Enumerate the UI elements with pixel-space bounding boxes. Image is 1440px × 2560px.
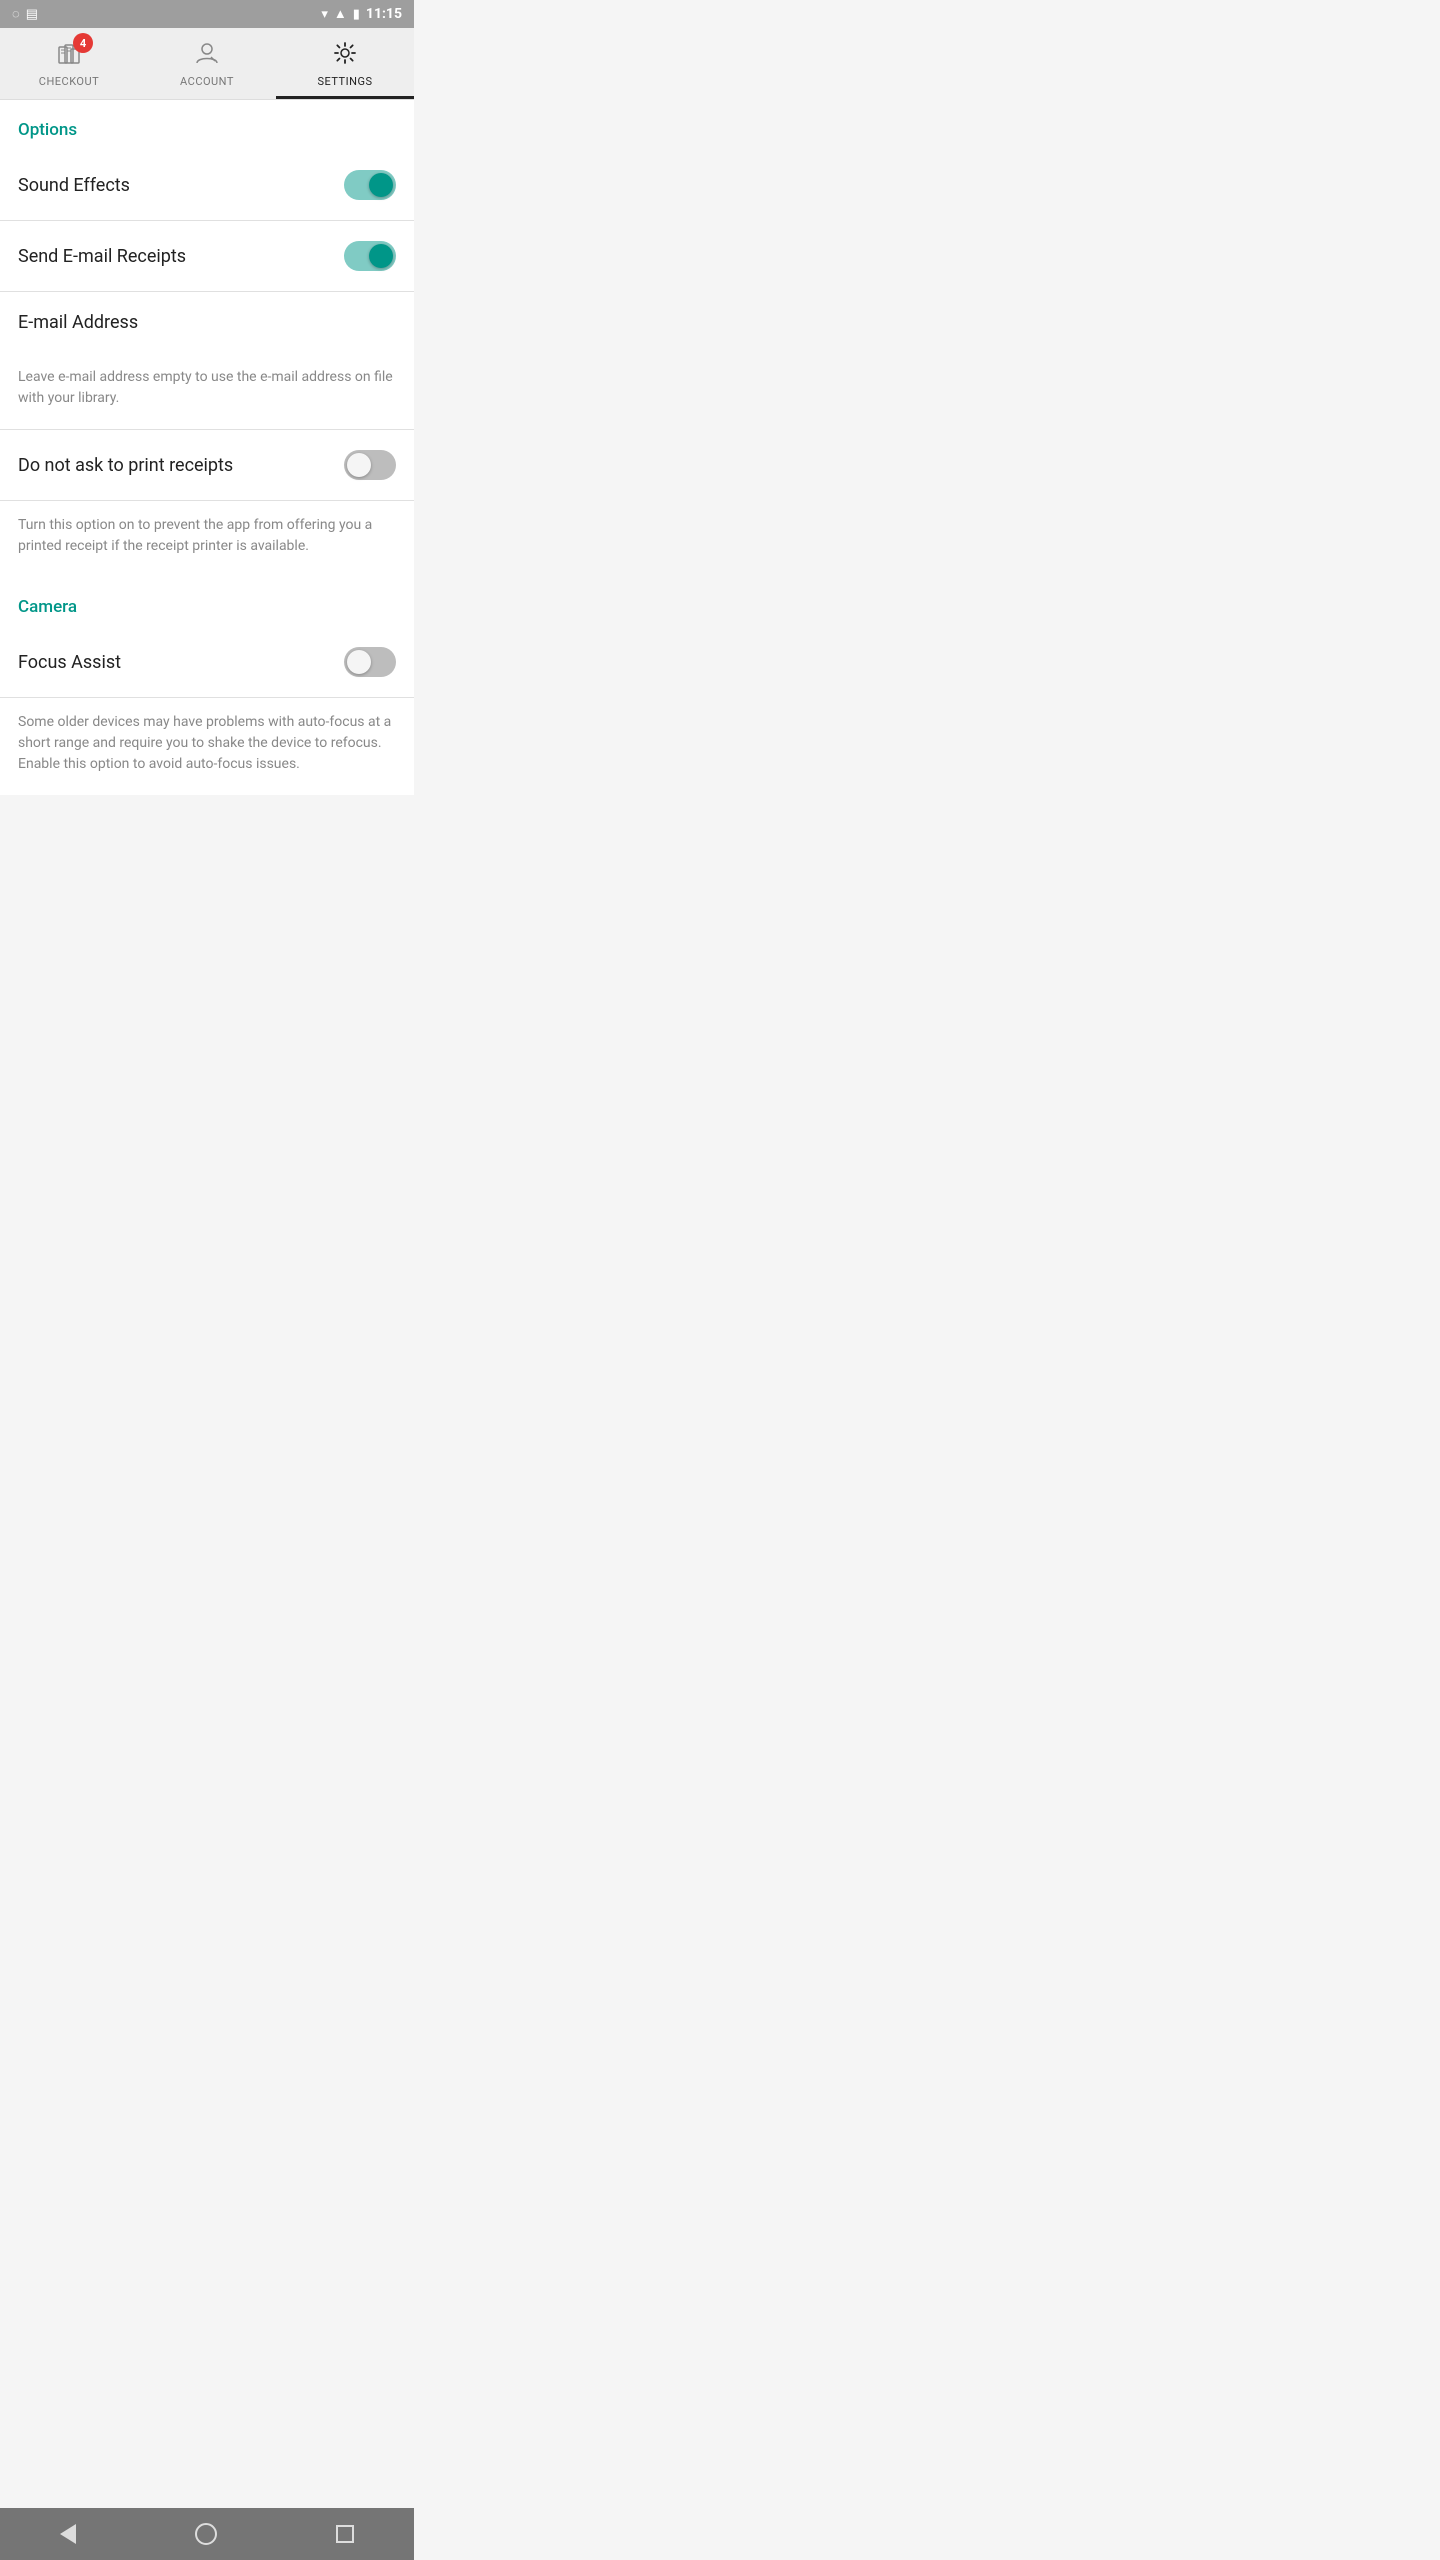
focus-assist-row: Focus Assist — [0, 627, 414, 698]
tab-checkout-label: CHECKOUT — [39, 75, 99, 88]
print-receipts-label: Do not ask to print receipts — [18, 455, 233, 476]
focus-assist-description: Some older devices may have problems wit… — [0, 698, 414, 795]
status-right-icons: ▾ ▲ ▮ 11:15 — [321, 6, 402, 22]
options-section-header: Options — [0, 100, 414, 150]
wifi-icon: ▾ — [321, 7, 328, 22]
account-icon — [193, 39, 221, 67]
email-receipts-thumb — [369, 244, 393, 268]
checkout-badge: 4 — [73, 33, 93, 53]
email-receipts-row: Send E-mail Receipts — [0, 221, 414, 292]
status-left-icons: ◌ ▤ — [12, 6, 38, 22]
home-button[interactable] — [195, 2523, 217, 2545]
sound-effects-label: Sound Effects — [18, 175, 130, 196]
status-bar: ◌ ▤ ▾ ▲ ▮ 11:15 — [0, 0, 414, 28]
settings-icon — [331, 39, 359, 67]
focus-assist-label: Focus Assist — [18, 652, 121, 673]
tab-checkout[interactable]: 4 CHECKOUT — [0, 28, 138, 99]
print-receipts-thumb — [347, 453, 371, 477]
bottom-nav — [0, 2508, 414, 2560]
focus-assist-thumb — [347, 650, 371, 674]
status-time: 11:15 — [366, 6, 402, 22]
print-receipts-row: Do not ask to print receipts — [0, 430, 414, 501]
email-receipts-toggle[interactable] — [344, 241, 396, 271]
email-receipts-track — [344, 241, 396, 271]
sound-effects-toggle[interactable] — [344, 170, 396, 200]
checkout-icon-wrap: 4 — [55, 39, 83, 71]
email-address-row: E-mail Address — [0, 292, 414, 353]
tab-account-label: ACCOUNT — [180, 75, 234, 88]
print-receipts-description: Turn this option on to prevent the app f… — [0, 501, 414, 577]
email-address-label: E-mail Address — [18, 312, 138, 333]
tab-bar: 4 CHECKOUT ACCOUNT SETTINGS — [0, 28, 414, 100]
back-button[interactable] — [60, 2524, 76, 2544]
circle-status-icon: ◌ — [12, 6, 20, 22]
email-address-description: Leave e-mail address empty to use the e-… — [0, 353, 414, 429]
tab-settings[interactable]: SETTINGS — [276, 28, 414, 99]
sound-effects-thumb — [369, 173, 393, 197]
battery-icon: ▮ — [353, 7, 360, 22]
settings-icon-wrap — [331, 39, 359, 71]
camera-section-header: Camera — [0, 577, 414, 627]
focus-assist-toggle[interactable] — [344, 647, 396, 677]
signal-icon: ▲ — [334, 6, 347, 22]
settings-page: Options Sound Effects Send E-mail Receip… — [0, 100, 414, 795]
sound-effects-track — [344, 170, 396, 200]
focus-assist-track — [344, 647, 396, 677]
email-receipts-label: Send E-mail Receipts — [18, 246, 186, 267]
account-icon-wrap — [193, 39, 221, 71]
sound-effects-row: Sound Effects — [0, 150, 414, 221]
print-receipts-toggle[interactable] — [344, 450, 396, 480]
recent-button[interactable] — [336, 2525, 354, 2543]
tab-settings-label: SETTINGS — [318, 75, 373, 88]
print-receipts-track — [344, 450, 396, 480]
settings-content: Options Sound Effects Send E-mail Receip… — [0, 100, 414, 847]
tab-account[interactable]: ACCOUNT — [138, 28, 276, 99]
sim-icon: ▤ — [26, 7, 38, 22]
